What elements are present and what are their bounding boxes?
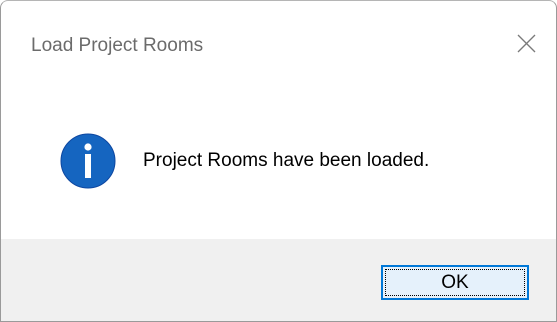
title-bar[interactable]: Load Project Rooms xyxy=(1,1,556,91)
dialog-content: Project Rooms have been loaded. xyxy=(1,91,556,239)
close-icon xyxy=(517,34,536,53)
dialog-title: Load Project Rooms xyxy=(31,35,204,56)
close-button[interactable] xyxy=(496,21,556,71)
info-icon xyxy=(60,133,116,189)
message-dialog: Load Project Rooms Project Rooms have be… xyxy=(0,0,557,322)
ok-button-label: OK xyxy=(385,269,525,296)
ok-button[interactable]: OK xyxy=(381,265,529,300)
button-bar: OK xyxy=(1,239,556,321)
message-text: Project Rooms have been loaded. xyxy=(143,150,430,171)
